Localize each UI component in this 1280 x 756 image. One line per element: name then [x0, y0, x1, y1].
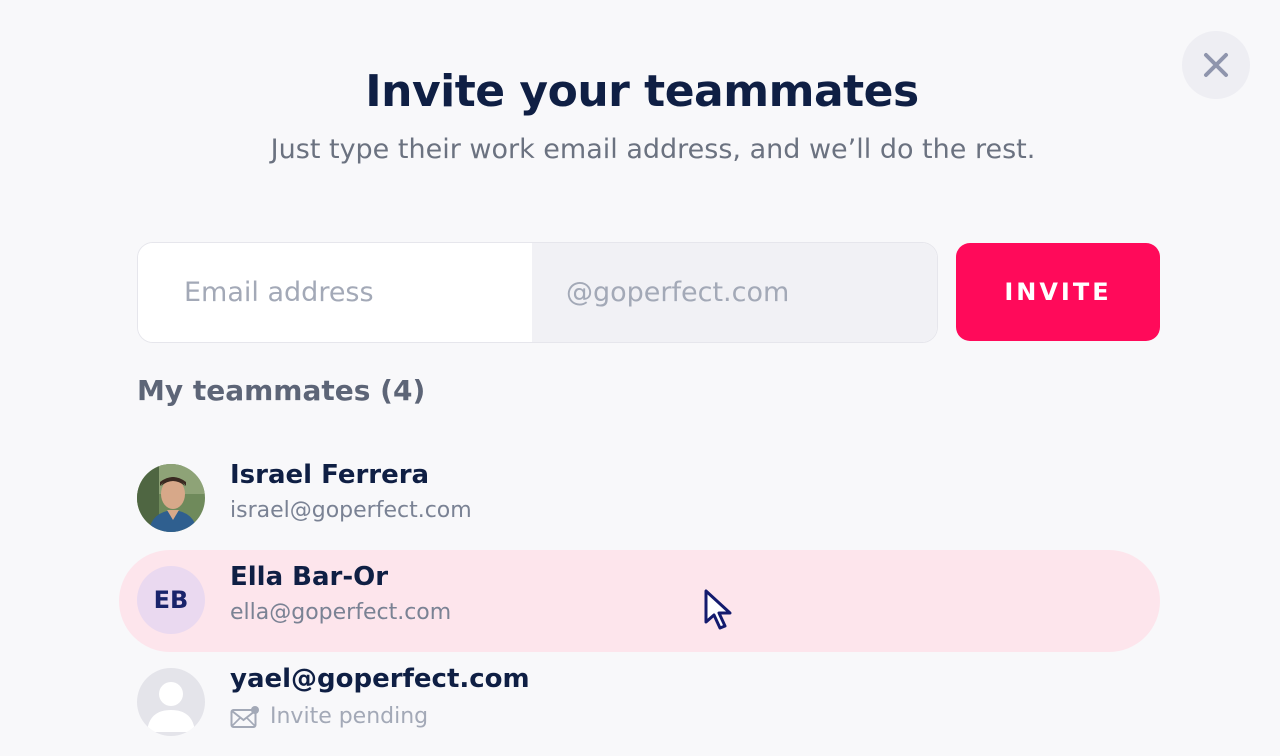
avatar-photo-icon [137, 464, 205, 532]
modal-subtitle: Just type their work email address, and … [270, 134, 1036, 165]
teammate-row[interactable]: EB Ella Bar-Or ella@goperfect.com [119, 550, 1160, 652]
email-input[interactable] [138, 243, 532, 342]
teammate-email: israel@goperfect.com [230, 498, 472, 523]
avatar [137, 668, 205, 736]
teammate-name: Israel Ferrera [230, 460, 430, 490]
avatar: EB [137, 566, 205, 634]
user-placeholder-icon [137, 668, 205, 736]
envelope-icon [230, 705, 259, 728]
invite-status: Invite pending [230, 704, 428, 729]
teammate-name: Ella Bar-Or [230, 562, 389, 592]
invite-modal: Invite your teammates Just type their wo… [0, 0, 1280, 756]
teammates-heading: My teammates (4) [137, 374, 426, 407]
mouse-cursor-icon [704, 589, 732, 630]
domain-suffix: @goperfect.com [532, 243, 937, 342]
teammate-row[interactable]: Israel Ferrera israel@goperfect.com [119, 448, 1160, 550]
teammate-row[interactable]: yael@goperfect.com Invite pending [119, 652, 1160, 754]
teammate-name: yael@goperfect.com [230, 664, 530, 694]
invite-button[interactable]: INVITE [956, 243, 1160, 341]
invite-status-label: Invite pending [270, 704, 429, 729]
avatar [137, 464, 205, 532]
modal-title: Invite your teammates [365, 66, 919, 117]
teammate-email: ella@goperfect.com [230, 600, 452, 625]
email-input-group: @goperfect.com [137, 242, 938, 343]
